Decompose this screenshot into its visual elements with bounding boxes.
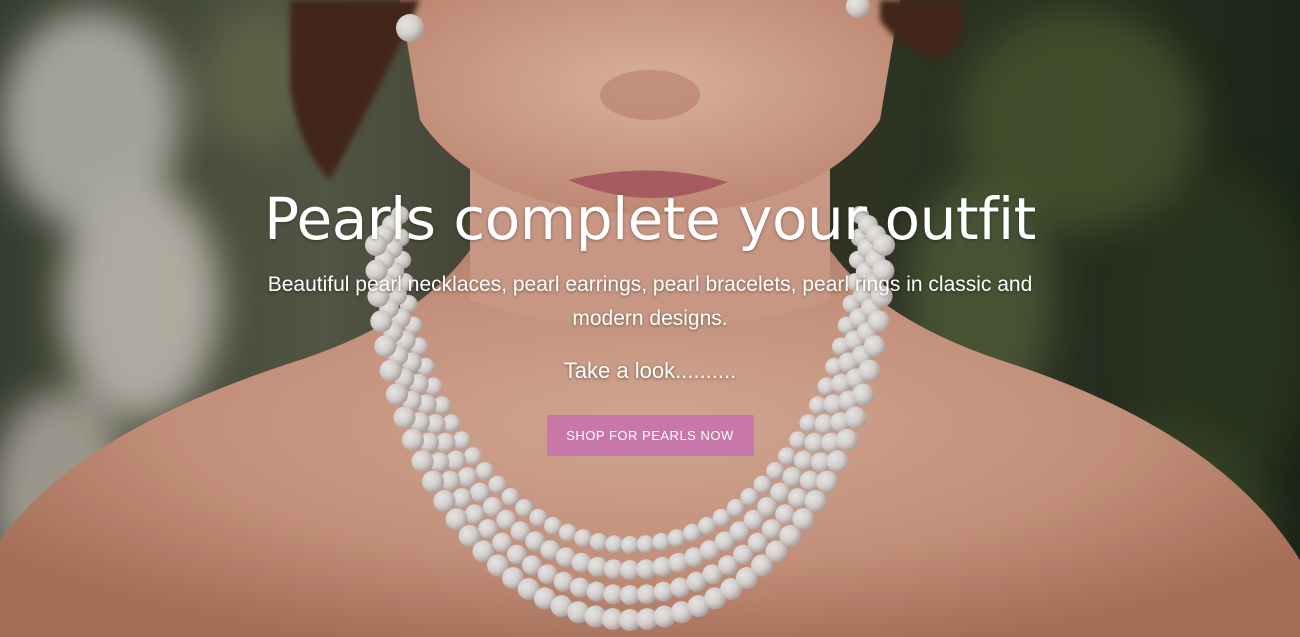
- hero-subtitle: Beautiful pearl necklaces, pearl earring…: [267, 273, 1033, 330]
- hero-banner: Pearls complete your outfit Beautiful pe…: [0, 0, 1300, 637]
- hero-content: Pearls complete your outfit Beautiful pe…: [0, 184, 1300, 456]
- shop-pearls-button[interactable]: SHOP FOR PEARLS NOW: [546, 415, 754, 456]
- hero-title: Pearls complete your outfit: [264, 185, 1036, 253]
- hero-teaser: Take a look..........: [563, 358, 737, 383]
